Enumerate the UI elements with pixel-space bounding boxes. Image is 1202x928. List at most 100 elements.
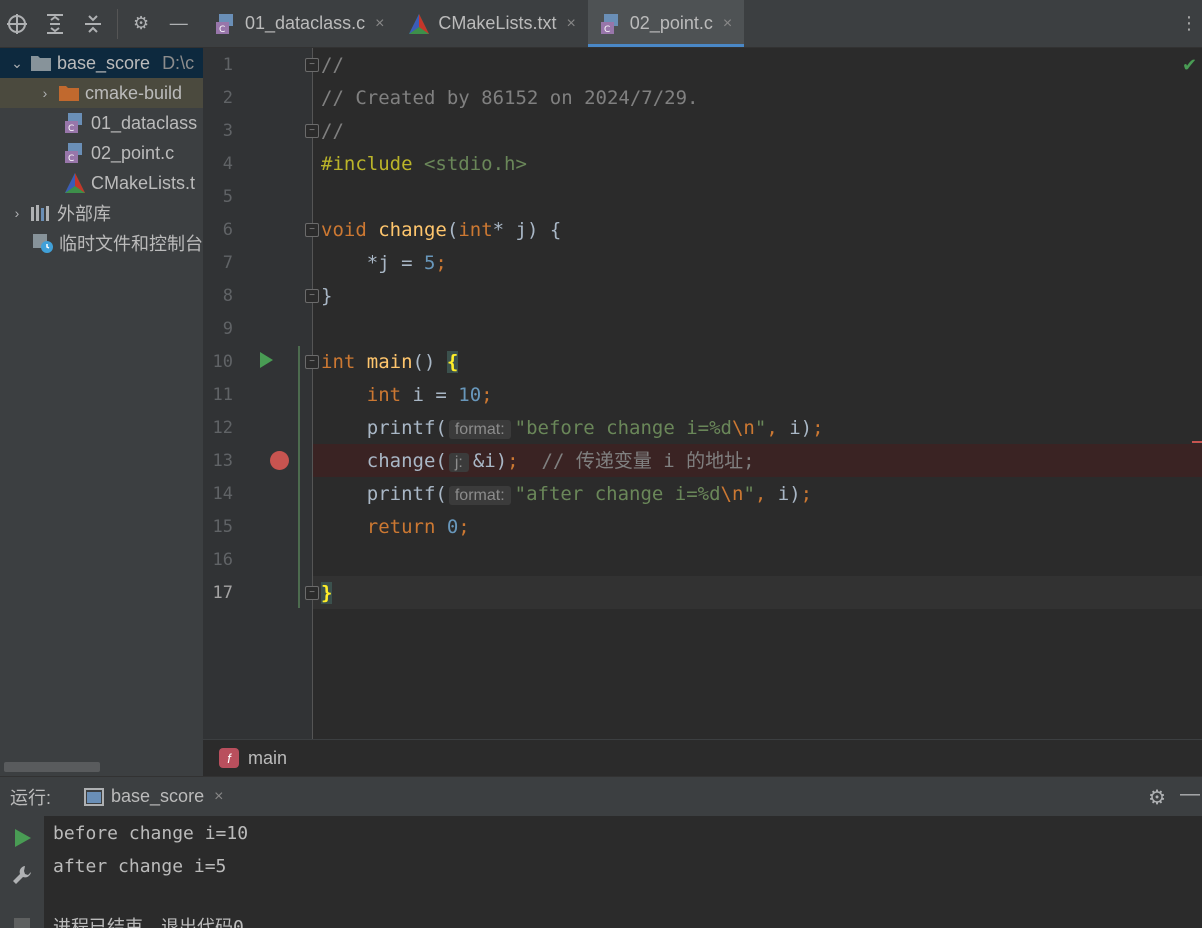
line-number[interactable]: 3 xyxy=(203,115,233,148)
close-icon[interactable]: × xyxy=(214,788,223,806)
console-line: before change i=10 xyxy=(53,823,249,844)
parameter-hint: format: xyxy=(448,486,511,505)
horizontal-scrollbar[interactable] xyxy=(4,762,100,772)
folder-icon xyxy=(30,52,52,74)
chevron-right-icon[interactable]: › xyxy=(8,205,26,221)
line-number[interactable]: 7 xyxy=(203,247,233,280)
line-number[interactable]: 9 xyxy=(203,313,233,346)
keyword: int xyxy=(321,384,402,406)
chevron-right-icon[interactable]: › xyxy=(36,85,54,101)
code-line-8[interactable]: } xyxy=(313,280,1202,313)
line-number[interactable]: 2 xyxy=(203,82,233,115)
wrench-icon[interactable] xyxy=(11,864,35,888)
minimize-icon[interactable]: — xyxy=(165,10,192,38)
line-number[interactable]: 4 xyxy=(203,148,233,181)
code-line-9[interactable] xyxy=(313,313,1202,346)
gear-icon[interactable]: ⚙ xyxy=(128,10,155,38)
tab-cmakelists[interactable]: CMakeLists.txt × xyxy=(396,0,587,47)
code-text: * j) { xyxy=(492,219,562,241)
cmake-icon xyxy=(64,172,86,194)
tree-item-02-point[interactable]: C 02_point.c xyxy=(0,138,203,168)
tree-item-cmake-build[interactable]: › cmake-build xyxy=(0,78,203,108)
console-line: after change i=5 xyxy=(53,856,227,877)
expand-all-icon[interactable] xyxy=(42,10,69,38)
tree-item-base-score[interactable]: ⌄ base_score D:\c xyxy=(0,48,203,78)
code-line-13[interactable]: change(j: &i); // 传递变量 i 的地址; xyxy=(313,445,1202,478)
tab-label: 02_point.c xyxy=(629,13,713,33)
semicolon: ; xyxy=(481,384,493,406)
code-line-16[interactable] xyxy=(313,544,1202,577)
number-literal: 5 xyxy=(423,252,436,274)
code-line-3[interactable]: // xyxy=(313,115,1202,148)
close-icon[interactable]: × xyxy=(375,15,384,33)
line-number[interactable]: 11 xyxy=(203,379,233,412)
matched-brace: } xyxy=(321,582,333,604)
code-line-1[interactable]: // xyxy=(313,49,1202,82)
tree-item-01-dataclass[interactable]: C 01_dataclass xyxy=(0,108,203,138)
tree-item-external-libraries[interactable]: › 外部库 xyxy=(0,198,203,228)
code-text: printf( xyxy=(321,417,447,439)
run-panel-header: 运行: base_score × ⚙ — xyxy=(0,776,1202,816)
include-header: <stdio.h> xyxy=(423,153,527,175)
line-number[interactable]: 6 xyxy=(203,214,233,247)
semicolon: ; xyxy=(507,450,519,472)
tab-01-dataclass[interactable]: C 01_dataclass.c × xyxy=(203,0,396,47)
line-number-current[interactable]: 17 xyxy=(203,577,233,610)
more-tabs-icon[interactable]: ⋮ xyxy=(1176,0,1202,47)
line-number[interactable]: 15 xyxy=(203,511,233,544)
folder-orange-icon xyxy=(58,82,80,104)
breadcrumb[interactable]: f main xyxy=(203,739,1202,776)
code-text: i) xyxy=(766,483,801,505)
locate-icon[interactable] xyxy=(4,10,31,38)
close-icon[interactable]: × xyxy=(566,15,575,33)
code-line-15[interactable]: return 0; xyxy=(313,511,1202,544)
code-text: ( xyxy=(446,219,459,241)
comma: , xyxy=(766,417,778,439)
number-literal: 0 xyxy=(435,516,459,538)
rerun-icon[interactable] xyxy=(15,829,31,847)
gear-icon[interactable]: ⚙ xyxy=(1148,785,1166,810)
line-number[interactable]: 16 xyxy=(203,544,233,577)
code-line-11[interactable]: int i = 10; xyxy=(313,379,1202,412)
comment: // 传递变量 i 的地址; xyxy=(518,450,755,472)
line-number[interactable]: 12 xyxy=(203,412,233,445)
line-number[interactable]: 13 xyxy=(203,445,233,478)
console-icon xyxy=(83,786,105,808)
stop-icon[interactable] xyxy=(14,918,30,928)
code-line-7[interactable]: *j = 5; xyxy=(313,247,1202,280)
error-stripe-mark[interactable] xyxy=(1192,441,1202,443)
code-line-2[interactable]: // Created by 86152 on 2024/7/29. xyxy=(313,82,1202,115)
chevron-down-icon[interactable]: ⌄ xyxy=(8,55,26,72)
collapse-all-icon[interactable] xyxy=(79,10,106,38)
code-line-5[interactable] xyxy=(313,181,1202,214)
code-line-14[interactable]: printf(format: "after change i=%d\n", i); xyxy=(313,478,1202,511)
line-number[interactable]: 14 xyxy=(203,478,233,511)
code-line-12[interactable]: printf(format: "before change i=%d\n", i)… xyxy=(313,412,1202,445)
tree-item-cmakelists[interactable]: CMakeLists.t xyxy=(0,168,203,198)
code-line-17[interactable]: } xyxy=(313,577,1202,610)
code-line-10[interactable]: int main() { xyxy=(313,346,1202,379)
minimize-icon[interactable]: — xyxy=(1180,783,1200,806)
code-text: i = xyxy=(401,384,459,406)
check-icon[interactable]: ✔ xyxy=(1182,55,1197,76)
line-number[interactable]: 10 xyxy=(203,346,233,379)
code-text: &i) xyxy=(472,450,508,472)
line-number[interactable]: 1 xyxy=(203,49,233,82)
code-line-6[interactable]: void change(int* j) { xyxy=(313,214,1202,247)
close-icon[interactable]: × xyxy=(723,15,732,33)
run-tab-base-score[interactable]: base_score × xyxy=(73,777,235,817)
code-line-4[interactable]: #include <stdio.h> xyxy=(313,148,1202,181)
run-label: 运行: xyxy=(10,787,52,808)
line-number[interactable]: 5 xyxy=(203,181,233,214)
project-tree: ⌄ base_score D:\c › cmake-build C 01_dat… xyxy=(0,48,203,776)
tree-item-scratches[interactable]: 临时文件和控制台 xyxy=(0,228,203,258)
tab-02-point[interactable]: C 02_point.c × xyxy=(587,0,745,47)
code-text: i) xyxy=(777,417,813,439)
breadcrumb-label: main xyxy=(248,747,288,768)
run-gutter-icon[interactable] xyxy=(260,352,273,368)
tree-item-label: base_score xyxy=(57,52,151,73)
tree-item-label: 02_point.c xyxy=(91,142,175,163)
line-number[interactable]: 8 xyxy=(203,280,233,313)
parameter-hint: j: xyxy=(448,453,469,472)
breakpoint-icon[interactable] xyxy=(270,451,289,470)
